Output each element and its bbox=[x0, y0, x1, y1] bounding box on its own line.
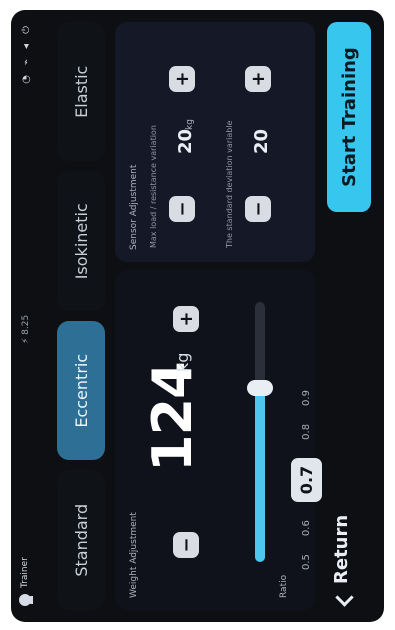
ratio-option-selected[interactable]: 0.7 bbox=[291, 457, 322, 503]
minus-icon: − bbox=[171, 201, 193, 217]
sensor-row: Max load / resistance variation − 20 kg … bbox=[149, 22, 196, 262]
ratio-option[interactable]: 0.6 bbox=[301, 520, 312, 536]
user-name: Trainer bbox=[20, 557, 30, 588]
device-frame: Trainer ⚡ 8.25 ◔ ⌁ ◂ ⏻ Standard Eccentri… bbox=[11, 10, 384, 622]
power-icon: ⏻ bbox=[21, 26, 32, 34]
sensor-decrease-button[interactable]: − bbox=[245, 196, 271, 222]
tab-elastic[interactable]: Elastic bbox=[57, 22, 105, 162]
tab-label: Elastic bbox=[71, 65, 91, 118]
mode-tabs: Standard Eccentric Isokinetic Elastic bbox=[57, 22, 105, 610]
status-icons: ◔ ⌁ ◂ ⏻ bbox=[21, 26, 32, 84]
weight-unit: kg bbox=[173, 352, 192, 372]
ratio-option[interactable]: 0.8 bbox=[301, 424, 312, 440]
plus-icon: + bbox=[175, 311, 197, 327]
ratio-label: Ratio bbox=[279, 574, 289, 598]
tab-isokinetic[interactable]: Isokinetic bbox=[57, 171, 105, 311]
increase-weight-button[interactable]: + bbox=[173, 306, 199, 332]
user-icon bbox=[19, 594, 31, 606]
tab-label: Standard bbox=[71, 503, 91, 577]
sensor-row-desc: Max load / resistance variation bbox=[149, 125, 158, 248]
sensor-adjustment-label: Sensor Adjustment bbox=[129, 164, 139, 250]
weight-adjustment-label: Weight Adjustment bbox=[129, 512, 139, 598]
user-info: Trainer bbox=[19, 557, 31, 606]
alarm-icon: ◔ bbox=[21, 74, 32, 84]
start-training-label: Start Training bbox=[338, 47, 360, 187]
signal-icon: ◂ bbox=[21, 43, 32, 49]
ratio-selector: 0.5 0.6 0.7 0.8 0.9 bbox=[291, 390, 322, 570]
wifi-icon: ⌁ bbox=[21, 58, 32, 65]
sensor-value: 20 bbox=[251, 128, 272, 154]
weight-panel: Weight Adjustment − 124 kg + Ratio 0.5 0… bbox=[115, 270, 322, 610]
tab-standard[interactable]: Standard bbox=[57, 470, 105, 610]
tab-eccentric[interactable]: Eccentric bbox=[57, 321, 105, 461]
status-center-text: ⚡ 8.25 bbox=[21, 314, 31, 344]
tab-label: Eccentric bbox=[71, 353, 91, 428]
sensor-value: 20 bbox=[175, 128, 196, 154]
sensor-row: The standard deviation variable − 20 + bbox=[225, 22, 272, 262]
weight-slider-fill bbox=[255, 387, 265, 562]
sensor-decrease-button[interactable]: − bbox=[169, 196, 195, 222]
minus-icon: − bbox=[247, 201, 269, 217]
sensor-row-desc: The standard deviation variable bbox=[225, 120, 234, 248]
decrease-weight-button[interactable]: − bbox=[173, 532, 199, 558]
return-label: Return bbox=[331, 514, 352, 584]
plus-icon: + bbox=[247, 71, 269, 87]
ratio-option[interactable]: 0.9 bbox=[301, 390, 312, 406]
minus-icon: − bbox=[175, 537, 197, 553]
return-icon bbox=[334, 592, 350, 608]
weight-value: 124 bbox=[141, 362, 204, 472]
weight-slider-handle[interactable] bbox=[247, 379, 273, 396]
ratio-option[interactable]: 0.5 bbox=[301, 554, 312, 570]
plus-icon: + bbox=[171, 71, 193, 87]
status-bar: Trainer ⚡ 8.25 ◔ ⌁ ◂ ⏻ bbox=[11, 10, 45, 622]
training-screen: Trainer ⚡ 8.25 ◔ ⌁ ◂ ⏻ Standard Eccentri… bbox=[11, 10, 384, 622]
sensor-increase-button[interactable]: + bbox=[245, 66, 271, 92]
start-training-button[interactable]: Start Training bbox=[327, 22, 371, 212]
weight-slider[interactable] bbox=[247, 302, 273, 562]
sensor-panel: Sensor Adjustment Max load / resistance … bbox=[115, 22, 315, 262]
return-button[interactable]: Return bbox=[331, 515, 352, 608]
tab-label: Isokinetic bbox=[71, 203, 91, 280]
sensor-increase-button[interactable]: + bbox=[169, 66, 195, 92]
sensor-unit: kg bbox=[185, 119, 195, 130]
